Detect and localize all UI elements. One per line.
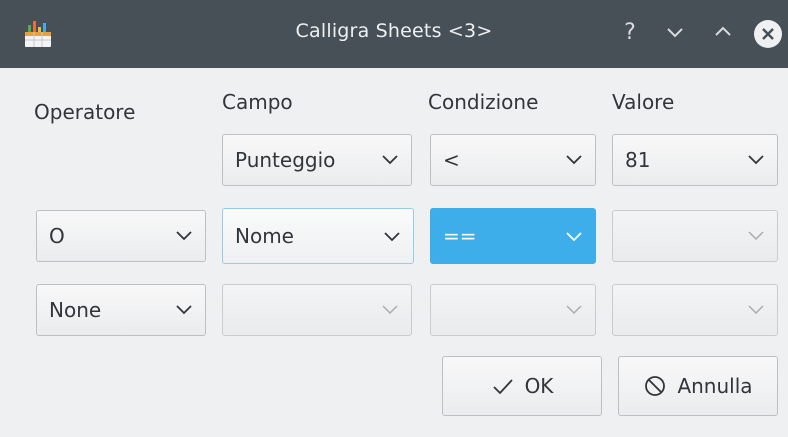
condition-select-row3[interactable] xyxy=(430,284,596,336)
cancel-button[interactable]: Annulla xyxy=(618,356,778,416)
chevron-down-icon xyxy=(384,232,400,242)
value-select-row1[interactable]: 81 xyxy=(612,134,778,186)
dialog-content: Operatore Campo Condizione Valore Punteg… xyxy=(14,68,788,437)
ok-button[interactable]: OK xyxy=(442,356,602,416)
condition-select-row1[interactable]: < xyxy=(430,134,596,186)
chevron-down-icon xyxy=(566,232,582,242)
chevron-down-icon xyxy=(566,155,582,165)
header-field: Campo xyxy=(222,90,293,114)
cancel-button-label: Annulla xyxy=(677,374,753,398)
condition-value-row2: == xyxy=(443,224,477,248)
close-icon[interactable] xyxy=(754,20,782,48)
maximize-icon[interactable] xyxy=(711,20,735,50)
chevron-down-icon xyxy=(748,155,764,165)
field-value-row1: Punteggio xyxy=(235,148,336,172)
condition-value-row1: < xyxy=(443,148,460,172)
chevron-down-icon xyxy=(748,231,764,241)
chevron-down-icon xyxy=(176,305,192,315)
value-select-row3[interactable] xyxy=(612,284,778,336)
field-select-row1[interactable]: Punteggio xyxy=(222,134,412,186)
condition-select-row2[interactable]: == xyxy=(430,208,596,264)
cancel-icon xyxy=(645,376,666,396)
header-condition: Condizione xyxy=(428,90,539,114)
chevron-down-icon xyxy=(176,231,192,241)
header-operator: Operatore xyxy=(34,100,136,124)
chevron-down-icon xyxy=(748,305,764,315)
field-select-row3[interactable] xyxy=(222,284,412,336)
chevron-down-icon xyxy=(382,305,398,315)
value-select-row2[interactable] xyxy=(612,210,778,262)
header-value: Valore xyxy=(612,90,675,114)
field-value-row2: Nome xyxy=(235,224,294,248)
operator-select-row3[interactable]: None xyxy=(36,284,206,336)
value-value-row1: 81 xyxy=(625,148,651,172)
operator-value-row2: O xyxy=(49,224,65,248)
minimize-icon[interactable] xyxy=(663,20,687,50)
chevron-down-icon xyxy=(566,305,582,315)
operator-select-row2[interactable]: O xyxy=(36,210,206,262)
help-icon[interactable]: ? xyxy=(618,20,642,46)
field-select-row2[interactable]: Nome xyxy=(222,208,414,264)
ok-button-label: OK xyxy=(524,374,554,398)
operator-value-row3: None xyxy=(49,298,102,322)
chevron-down-icon xyxy=(382,155,398,165)
check-icon xyxy=(492,379,513,395)
window-titlebar[interactable]: Calligra Sheets <3> ? xyxy=(0,0,788,68)
